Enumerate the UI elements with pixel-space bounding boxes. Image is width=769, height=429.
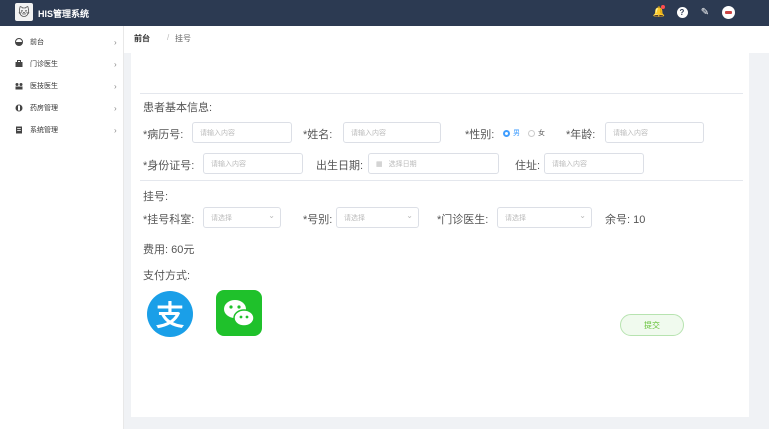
- age-label: *年龄:: [566, 129, 596, 141]
- sidebar-item-label: 药房管理: [30, 105, 58, 112]
- sidebar: 前台 › 门诊医生 › 医技医生 › 药房管理 › 系统管理 ›: [0, 26, 124, 429]
- patient-section-title: 患者基本信息:: [143, 102, 213, 114]
- sidebar-item-label: 系统管理: [30, 127, 58, 134]
- user-avatar-icon[interactable]: [721, 5, 735, 19]
- chevron-right-icon: ›: [114, 59, 117, 69]
- birth-date-picker[interactable]: ▦ 选择日期: [368, 153, 499, 174]
- fee-text: 费用: 60元: [143, 244, 195, 256]
- id-card-input[interactable]: 请输入内容: [203, 153, 303, 174]
- chevron-right-icon: ›: [114, 125, 117, 135]
- divider: [140, 180, 743, 181]
- reg-type-select[interactable]: 请选择: [336, 207, 419, 228]
- submit-button[interactable]: 提交: [620, 314, 684, 336]
- sidebar-item-label: 门诊医生: [30, 61, 58, 68]
- registration-form-card: 患者基本信息: *病历号: 请输入内容 *姓名: 请输入内容 *性别: 男 女 …: [131, 53, 749, 417]
- sidebar-item-label: 医技医生: [30, 83, 58, 90]
- pill-icon: [15, 104, 23, 112]
- sidebar-item-outpatient-doctor[interactable]: 门诊医生 ›: [0, 53, 124, 75]
- name-input[interactable]: 请输入内容: [343, 122, 441, 143]
- record-no-input[interactable]: 请输入内容: [192, 122, 292, 143]
- department-label: *挂号科室:: [143, 214, 195, 226]
- sidebar-item-system[interactable]: 系统管理 ›: [0, 119, 124, 141]
- sidebar-item-medtech-doctor[interactable]: 医技医生 ›: [0, 75, 124, 97]
- gender-label: *性别:: [465, 129, 495, 141]
- address-input[interactable]: 请输入内容: [544, 153, 644, 174]
- gender-female-text: 女: [538, 130, 545, 137]
- sidebar-item-front-desk[interactable]: 前台 ›: [0, 31, 124, 53]
- registration-section-title: 挂号:: [143, 191, 169, 203]
- birth-date-placeholder: 选择日期: [388, 160, 417, 168]
- sidebar-item-pharmacy[interactable]: 药房管理 ›: [0, 97, 124, 119]
- desk-icon: [15, 38, 23, 46]
- record-no-label: *病历号:: [143, 129, 184, 141]
- remaining-slots: 余号: 10: [605, 214, 646, 226]
- app-title: HIS管理系统: [38, 9, 90, 19]
- top-bar: 🐱 HIS管理系统 🔔 ? ✎: [0, 0, 769, 26]
- id-card-label: *身份证号:: [143, 160, 195, 172]
- gender-male-text: 男: [513, 130, 520, 137]
- notification-dot: [661, 5, 665, 9]
- doctor-label: *门诊医生:: [437, 214, 489, 226]
- name-label: *姓名:: [303, 129, 333, 141]
- address-label: 住址:: [515, 160, 541, 172]
- briefcase-icon: [15, 60, 23, 67]
- breadcrumb-separator: /: [167, 33, 170, 42]
- doctor-select[interactable]: 请选择: [497, 207, 592, 228]
- birth-date-label: 出生日期:: [316, 160, 364, 172]
- alipay-glyph: 支: [155, 300, 184, 331]
- group-icon: [15, 83, 23, 90]
- gender-female-radio[interactable]: 女: [528, 128, 545, 138]
- app-logo: 🐱: [15, 3, 33, 21]
- chevron-right-icon: ›: [114, 81, 117, 91]
- wechat-bubbles-icon: [224, 300, 255, 327]
- breadcrumb-home[interactable]: 前台: [134, 33, 150, 44]
- breadcrumb: 前台 / 挂号: [124, 26, 769, 53]
- department-select[interactable]: 请选择: [203, 207, 281, 228]
- help-icon[interactable]: ?: [675, 5, 689, 19]
- reg-type-label: *号别:: [303, 214, 333, 226]
- breadcrumb-current: 挂号: [175, 34, 191, 43]
- document-icon: [16, 126, 22, 134]
- gender-male-radio[interactable]: 男: [503, 128, 520, 138]
- top-toolbar: 🔔 ? ✎: [652, 5, 735, 19]
- divider: [140, 93, 743, 94]
- chevron-right-icon: ›: [114, 103, 117, 113]
- alipay-icon[interactable]: 支: [147, 291, 193, 337]
- notification-bell-icon[interactable]: 🔔: [652, 5, 666, 19]
- payment-label: 支付方式:: [143, 270, 191, 282]
- sidebar-item-label: 前台: [30, 39, 44, 46]
- age-input[interactable]: 请输入内容: [605, 122, 704, 143]
- radio-circle: [503, 129, 510, 137]
- edit-icon[interactable]: ✎: [698, 5, 712, 19]
- calendar-icon: ▦: [376, 160, 383, 168]
- chevron-right-icon: ›: [114, 37, 117, 47]
- wechat-pay-icon[interactable]: [216, 290, 262, 336]
- radio-circle: [528, 129, 535, 137]
